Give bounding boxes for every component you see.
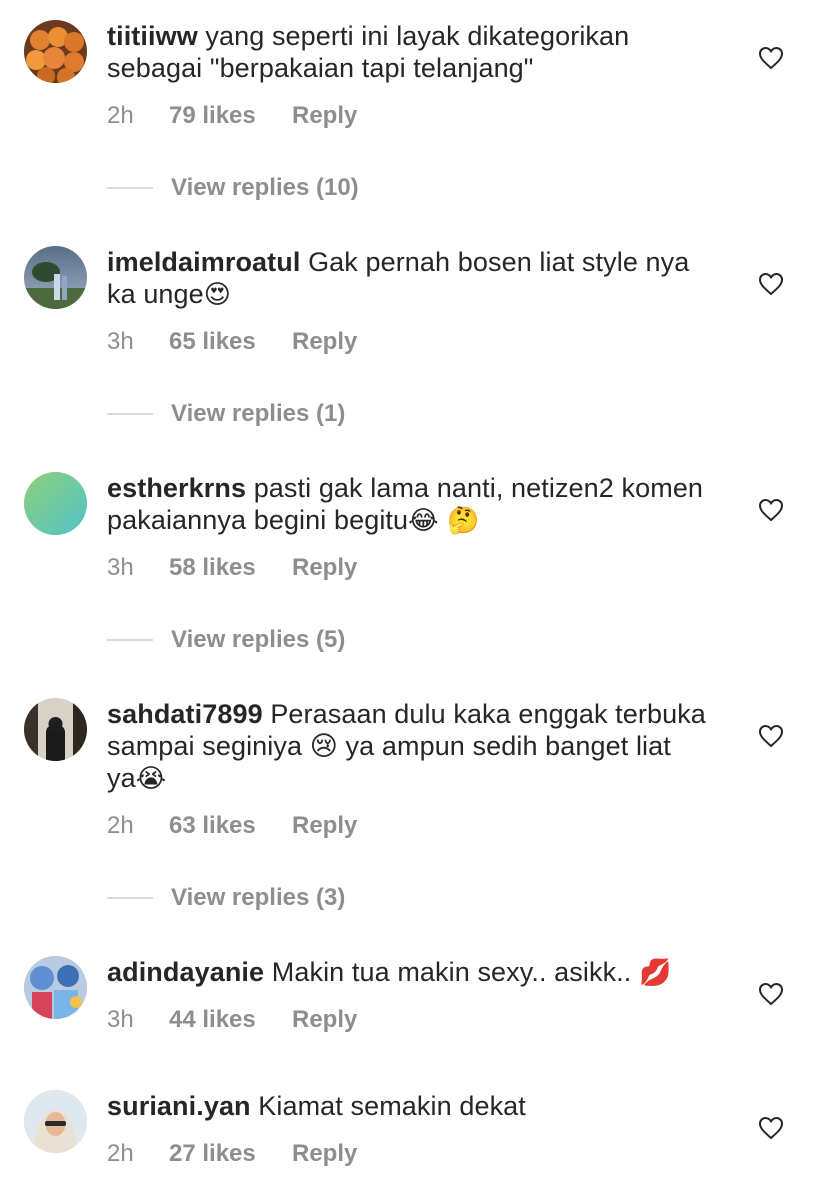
view-replies-button[interactable]: View replies (3) <box>107 884 345 912</box>
comment-username[interactable]: imeldaimroatul <box>107 247 300 277</box>
avatar[interactable] <box>24 698 87 761</box>
reply-button[interactable]: Reply <box>292 1140 357 1168</box>
view-replies-button[interactable]: View replies (10) <box>107 174 359 202</box>
divider-line <box>107 639 153 641</box>
comment-username[interactable]: sahdati7899 <box>107 699 263 729</box>
heart-outline-icon[interactable] <box>758 1116 784 1140</box>
comment-time: 2h <box>107 1140 134 1167</box>
comment-meta: 2h 79 likes Reply <box>107 102 357 130</box>
comment-text: estherkrns pasti gak lama nanti, netizen… <box>107 472 707 537</box>
comment-meta: 3h 58 likes Reply <box>107 554 357 582</box>
comment-likes[interactable]: 58 likes <box>169 554 292 582</box>
comment-emoji: 😍 <box>203 280 232 310</box>
heart-outline-icon[interactable] <box>758 272 784 296</box>
comment-likes[interactable]: 44 likes <box>169 1006 292 1034</box>
divider-line <box>107 187 153 189</box>
comment-time: 2h <box>107 812 134 839</box>
comment-emoji: 💋 <box>639 958 672 988</box>
reply-button[interactable]: Reply <box>292 554 357 582</box>
avatar[interactable] <box>24 246 87 309</box>
divider-line <box>107 413 153 415</box>
reply-button[interactable]: Reply <box>292 1006 357 1034</box>
avatar[interactable] <box>24 472 87 535</box>
comment-username[interactable]: estherkrns <box>107 473 246 503</box>
reply-button[interactable]: Reply <box>292 328 357 356</box>
comment-emoji: 😭 <box>135 764 167 794</box>
comment-text: sahdati7899 Perasaan dulu kaka enggak te… <box>107 698 707 795</box>
comment-meta: 3h 44 likes Reply <box>107 1006 357 1034</box>
comment-time: 3h <box>107 1006 134 1033</box>
view-replies-button[interactable]: View replies (1) <box>107 400 345 428</box>
comment-username[interactable]: adindayanie <box>107 957 264 987</box>
comment-meta: 3h 65 likes Reply <box>107 328 357 356</box>
comment-text: tiitiiww yang seperti ini layak dikatego… <box>107 20 707 84</box>
comment-time: 2h <box>107 102 134 129</box>
reply-button[interactable]: Reply <box>292 812 357 840</box>
avatar[interactable] <box>24 956 87 1019</box>
comment-time: 3h <box>107 554 134 581</box>
comment-likes[interactable]: 27 likes <box>169 1140 292 1168</box>
comment-likes[interactable]: 63 likes <box>169 812 292 840</box>
comment-emoji: 😂 🤔 <box>408 506 480 536</box>
heart-outline-icon[interactable] <box>758 724 784 748</box>
heart-outline-icon[interactable] <box>758 982 784 1006</box>
comment-time: 3h <box>107 328 134 355</box>
view-replies-label: View replies (1) <box>171 400 346 427</box>
avatar[interactable] <box>24 1090 87 1153</box>
comment-username[interactable]: tiitiiww <box>107 21 198 51</box>
comment-text: adindayanie Makin tua makin sexy.. asikk… <box>107 956 707 989</box>
view-replies-label: View replies (3) <box>171 884 346 911</box>
comment-body: Makin tua makin sexy.. asikk.. <box>271 957 632 987</box>
comment-meta: 2h 63 likes Reply <box>107 812 357 840</box>
heart-outline-icon[interactable] <box>758 498 784 522</box>
comment-likes[interactable]: 79 likes <box>169 102 292 130</box>
view-replies-label: View replies (5) <box>171 626 346 653</box>
heart-outline-icon[interactable] <box>758 46 784 70</box>
comment-username[interactable]: suriani.yan <box>107 1091 251 1121</box>
comment-text: suriani.yan Kiamat semakin dekat <box>107 1090 707 1122</box>
view-replies-button[interactable]: View replies (5) <box>107 626 345 654</box>
comment-meta: 2h 27 likes Reply <box>107 1140 357 1168</box>
comment-body: Kiamat semakin dekat <box>258 1091 526 1121</box>
comment-text: imeldaimroatul Gak pernah bosen liat sty… <box>107 246 707 311</box>
view-replies-label: View replies (10) <box>171 174 359 201</box>
comment-likes[interactable]: 65 likes <box>169 328 292 356</box>
reply-button[interactable]: Reply <box>292 102 357 130</box>
avatar[interactable] <box>24 20 87 83</box>
divider-line <box>107 897 153 899</box>
